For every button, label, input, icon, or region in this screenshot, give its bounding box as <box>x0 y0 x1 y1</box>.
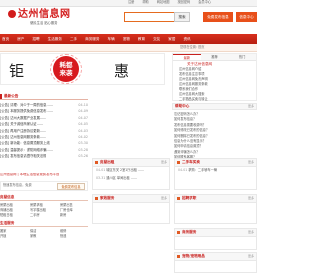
logo-mark-icon <box>8 10 16 18</box>
about-tabs: 最新 推荐 热门 <box>173 54 256 61</box>
announcements-title: 最新公告 <box>4 93 19 98</box>
list-item[interactable]: 04-01 城区东关 2室1厅出租 …… <box>93 167 169 175</box>
sub-nav: 您现在位置: 首页 <box>0 44 257 52</box>
module-more-link[interactable]: 更多 <box>248 230 254 235</box>
nav-item-dating[interactable]: 交友 <box>153 37 160 41</box>
left-lower: 达州信息网 | 本地生活信息免费发布平台 快速发布信息，免费 免费发布信息 房屋… <box>0 173 88 273</box>
help-title: 帮助中心 <box>175 104 190 109</box>
category-link[interactable]: 二手房 <box>30 213 58 218</box>
category-title: 房屋信息 <box>0 194 88 201</box>
module-housekeeping: 家政服务 更多 <box>92 194 170 224</box>
announcements-list: [公告] 清理：对少于一周的信息…… 04-10 [公告] 本服务提供免费信息发布… <box>0 102 88 160</box>
module-more-link[interactable]: 更多 <box>161 196 167 201</box>
breadcrumb: 您现在位置: 首页 <box>180 45 205 49</box>
main-nav: 首页 房产 招聘 生活服务 二手 商务服务 车辆 宠物 教育 交友 家居 资讯 <box>0 34 257 44</box>
module-icon <box>177 197 180 200</box>
module-title: 房屋出租 <box>100 160 115 165</box>
logo-text: 达州信息网 <box>18 9 71 20</box>
module-icon <box>177 255 180 258</box>
scrolling-notice: 达州信息网 | 本地生活信息免费发布平台 <box>0 173 60 176</box>
banner-char-right: 惠 <box>114 62 130 80</box>
nav-item-home-deco[interactable]: 家居 <box>168 37 175 41</box>
module-title: 宠物/宠物用品 <box>182 254 205 259</box>
module-jobs: 招聘求职 更多 <box>174 194 257 224</box>
list-item[interactable]: 04-01 求购：二手轿车一辆 <box>175 167 256 175</box>
section-bar-icon <box>0 93 2 99</box>
tab-latest[interactable]: 最新 <box>173 54 201 60</box>
module-cars: 二手车买卖 更多 04-01 求购：二手轿车一辆 <box>174 158 257 190</box>
category-title: 生活服务 <box>0 220 88 228</box>
help-header: 帮助中心 更多 <box>172 103 257 110</box>
category-link[interactable]: 家教 <box>30 234 58 239</box>
help-more-link[interactable]: 更多 <box>248 104 254 109</box>
tab-recommend[interactable]: 推荐 <box>201 54 229 60</box>
promo-line-1: 耗都 <box>59 61 73 69</box>
module-pets: 宠物/宠物用品 更多 <box>174 252 257 273</box>
category-link[interactable]: 快递 <box>60 234 88 239</box>
nav-item-life[interactable]: 生活服务 <box>48 37 62 41</box>
list-item[interactable]: 03-31 通川区 单间出租 …… <box>93 175 169 183</box>
module-rentals: 房屋出租 更多 04-01 城区东关 2室1厅出租 …… 03-31 通川区 单… <box>92 158 170 190</box>
tab-hot[interactable]: 热门 <box>228 54 256 60</box>
category-house: 房屋信息 房屋出租 房屋求租 房屋出售 商铺出租 写字楼出租 厂房仓库 短租日租… <box>0 194 88 217</box>
help-list: 忘记密码怎么办？ 如何发布信息？ 发布信息需要收费吗？ 如何修改已发布的信息？ … <box>172 110 257 161</box>
category-link[interactable]: 短租日租 <box>0 213 28 218</box>
about-list: 达州信息网介绍 发布信息注意事项 达州信息网免责声明 达州信息网服务条款 联系我… <box>173 67 256 102</box>
logo-slogan: 便民生活 贴心服务 <box>30 21 58 25</box>
module-more-link[interactable]: 更多 <box>161 160 167 165</box>
module-title: 二手车买卖 <box>182 160 200 165</box>
promo-badge: 耗都 来袭 <box>53 56 79 82</box>
module-business: 商务服务 更多 <box>174 228 257 250</box>
category-link[interactable]: 开锁 <box>0 234 28 239</box>
list-item[interactable]: 二手物品买卖与转让 <box>179 97 256 102</box>
about-panel: 最新 推荐 热门 关于达州信息网 达州信息网介绍 发布信息注意事项 达州信息网免… <box>172 53 257 101</box>
topbar-link-help[interactable]: 帮助 <box>142 0 148 5</box>
nav-item-jobs[interactable]: 招聘 <box>32 37 39 41</box>
topbar-link-member[interactable]: 会员中心 <box>198 0 211 5</box>
quick-post-button[interactable]: 免费发布信息 <box>57 182 85 190</box>
module-more-link[interactable]: 更多 <box>248 160 254 165</box>
promo-banner[interactable]: 钜 耗都 来袭 惠 <box>0 53 165 85</box>
category-link[interactable]: 新房 <box>60 213 88 218</box>
module-title: 商务服务 <box>182 230 197 235</box>
nav-item-cars[interactable]: 车辆 <box>108 37 115 41</box>
site-logo[interactable]: 达州信息网 便民生活 贴心服务 <box>8 9 88 31</box>
quick-post-text: 快速发布信息，免费 <box>3 183 32 188</box>
promo-line-2: 来袭 <box>59 69 73 77</box>
module-icon <box>177 161 180 164</box>
module-icon <box>95 161 98 164</box>
nav-item-secondhand[interactable]: 二手 <box>70 37 77 41</box>
category-life: 生活服务 搬家 保洁 维修 开锁 家教 快递 <box>0 220 88 239</box>
topbar-link-sitemap[interactable]: 网站地图 <box>157 0 170 5</box>
list-item[interactable]: [公告] 发布信息请遵守相关法规 03-26 <box>0 153 88 159</box>
module-icon <box>95 197 98 200</box>
nav-item-news[interactable]: 资讯 <box>183 37 190 41</box>
announcements: 最新公告 [公告] 清理：对少于一周的信息…… 04-10 [公告] 本服务提供免… <box>0 93 88 158</box>
module-more-link[interactable]: 更多 <box>248 254 254 259</box>
help-center: 帮助中心 更多 忘记密码怎么办？ 如何发布信息？ 发布信息需要收费吗？ 如何修改… <box>172 103 257 161</box>
nav-item-business[interactable]: 商务服务 <box>85 37 99 41</box>
search-bar: 搜索 <box>124 12 190 22</box>
banner-char-left: 钜 <box>9 62 25 80</box>
module-more-link[interactable]: 更多 <box>248 196 254 201</box>
nav-item-education[interactable]: 教育 <box>138 37 145 41</box>
module-title: 家政服务 <box>100 196 115 201</box>
quick-post-bar: 快速发布信息，免费 免费发布信息 <box>0 181 88 191</box>
search-input[interactable] <box>124 12 174 22</box>
topbar-link-recover[interactable]: 找回密码 <box>178 0 191 5</box>
free-post-button[interactable]: 免费发布信息 <box>203 12 233 22</box>
announcements-header: 最新公告 <box>0 93 88 100</box>
nav-item-home[interactable]: 首页 <box>2 37 9 41</box>
top-bar: 注册 帮助 网站地图 找回密码 会员中心 <box>0 0 257 7</box>
module-icon <box>177 231 180 234</box>
nav-item-house[interactable]: 房产 <box>17 37 24 41</box>
nav-item-pets[interactable]: 宠物 <box>123 37 130 41</box>
topbar-link-register[interactable]: 注册 <box>128 0 134 5</box>
module-title: 招聘求职 <box>182 196 197 201</box>
search-button[interactable]: 搜索 <box>174 12 190 22</box>
info-center-button[interactable]: 信息中心 <box>236 12 257 22</box>
